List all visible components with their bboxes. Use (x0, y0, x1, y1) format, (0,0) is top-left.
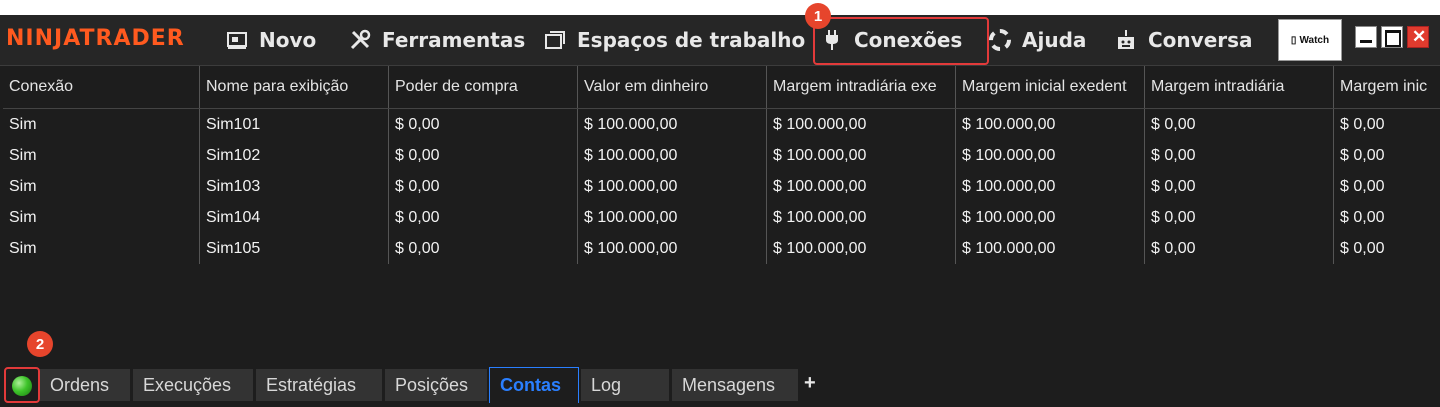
close-button[interactable]: ✕ (1407, 26, 1429, 48)
table-cell: $ 0,00 (389, 140, 578, 171)
table-row[interactable]: Sim Sim101 $ 0,00 $ 100.000,00 $ 100.000… (3, 109, 1440, 140)
table-cell: Sim104 (200, 202, 389, 233)
table-cell: $ 100.000,00 (956, 109, 1145, 140)
tab-log[interactable]: Log (581, 369, 669, 401)
column-header[interactable]: Margem inic (1334, 66, 1440, 108)
table-cell: $ 100.000,00 (767, 202, 956, 233)
table-cell: $ 0,00 (1145, 233, 1334, 264)
table-cell: Sim (3, 202, 200, 233)
annotation-badge-1: 1 (805, 3, 831, 29)
chat-icon (1114, 28, 1138, 52)
menu-espacos-de-trabalho[interactable]: Espaços de trabalho (543, 25, 805, 55)
annotation-badge-2: 2 (27, 331, 53, 357)
table-cell: $ 100.000,00 (767, 233, 956, 264)
watch-window-icon: ▯ (1290, 34, 1297, 46)
table-cell: $ 0,00 (1145, 202, 1334, 233)
column-header[interactable]: Nome para exibição (200, 66, 389, 108)
menu-ferramentas-label: Ferramentas (382, 28, 526, 52)
maximize-button[interactable] (1381, 26, 1403, 48)
accounts-grid: Conexão Nome para exibição Poder de comp… (3, 66, 1440, 378)
table-cell: $ 100.000,00 (956, 202, 1145, 233)
tab-posicoes[interactable]: Posições (385, 369, 487, 401)
column-header[interactable]: Margem intradiária exe (767, 66, 956, 108)
table-cell: Sim101 (200, 109, 389, 140)
close-icon: ✕ (1412, 27, 1427, 46)
table-cell: Sim (3, 171, 200, 202)
app-window: NINJATRADER Novo Ferramentas Espaços de … (0, 3, 1440, 407)
column-header[interactable]: Margem intradiária (1145, 66, 1334, 108)
table-cell: Sim103 (200, 171, 389, 202)
table-cell: Sim (3, 140, 200, 171)
grid-header: Conexão Nome para exibição Poder de comp… (3, 66, 1440, 109)
workspaces-icon (543, 28, 567, 52)
table-cell: $ 0,00 (1340, 115, 1385, 133)
table-cell: $ 100.000,00 (956, 171, 1145, 202)
menu-novo-label: Novo (259, 28, 317, 52)
table-cell: $ 100.000,00 (578, 202, 767, 233)
table-cell: $ 0,00 (389, 233, 578, 264)
table-cell: $ 100.000,00 (578, 140, 767, 171)
table-row[interactable]: Sim Sim105 $ 0,00 $ 100.000,00 $ 100.000… (3, 233, 1440, 264)
minimize-button[interactable] (1355, 26, 1377, 48)
table-cell: $ 0,00 (1145, 140, 1334, 171)
menu-ajuda[interactable]: Ajuda (988, 25, 1086, 55)
table-cell: Sim (3, 233, 200, 264)
highlight-status (4, 367, 40, 403)
column-header[interactable]: Poder de compra (389, 66, 578, 108)
bottom-tab-bar: 2 Ordens Execuções Estratégias Posições … (0, 331, 1440, 407)
maximize-icon (1385, 30, 1401, 47)
table-cell: $ 0,00 (389, 171, 578, 202)
menu-espacos-label: Espaços de trabalho (577, 28, 806, 52)
table-cell: $ 0,00 (389, 202, 578, 233)
table-row[interactable]: Sim Sim103 $ 0,00 $ 100.000,00 $ 100.000… (3, 171, 1440, 202)
table-cell: $ 100.000,00 (956, 140, 1145, 171)
table-cell: $ 0,00 (389, 109, 578, 140)
watch-label: Watch (1299, 34, 1330, 46)
column-header[interactable]: Conexão (3, 66, 200, 108)
menu-bar: NINJATRADER Novo Ferramentas Espaços de … (0, 15, 1440, 66)
watch-button[interactable]: ▯ Watch (1278, 19, 1342, 61)
highlight-conexoes (813, 17, 989, 65)
tab-contas[interactable]: Contas (489, 367, 579, 403)
column-header[interactable]: Valor em dinheiro (578, 66, 767, 108)
minimize-icon (1360, 40, 1372, 43)
brand-logo: NINJATRADER (6, 26, 185, 51)
table-cell: Sim105 (200, 233, 389, 264)
new-window-icon (225, 28, 249, 52)
table-cell: $ 0,00 (1340, 208, 1385, 226)
table-cell: $ 100.000,00 (956, 233, 1145, 264)
add-tab-button[interactable]: + (800, 367, 826, 399)
table-cell: Sim102 (200, 140, 389, 171)
tab-execucoes[interactable]: Execuções (133, 369, 253, 401)
table-cell: $ 100.000,00 (767, 171, 956, 202)
table-cell: $ 0,00 (1340, 146, 1385, 164)
menu-conversa[interactable]: Conversa (1114, 25, 1253, 55)
tab-estrategias[interactable]: Estratégias (256, 369, 382, 401)
menu-conversa-label: Conversa (1148, 28, 1253, 52)
table-row[interactable]: Sim Sim102 $ 0,00 $ 100.000,00 $ 100.000… (3, 140, 1440, 171)
tab-mensagens[interactable]: Mensagens (672, 369, 798, 401)
lifebuoy-icon (988, 28, 1012, 52)
menu-ferramentas[interactable]: Ferramentas (348, 25, 525, 55)
table-cell: $ 100.000,00 (767, 140, 956, 171)
column-header[interactable]: Margem inicial exedent (956, 66, 1145, 108)
table-cell: $ 0,00 (1145, 109, 1334, 140)
table-cell: Sim (3, 109, 200, 140)
tools-icon (348, 28, 372, 52)
table-cell: $ 0,00 (1340, 239, 1385, 257)
table-cell: $ 100.000,00 (578, 171, 767, 202)
table-cell: $ 100.000,00 (767, 109, 956, 140)
tab-ordens[interactable]: Ordens (40, 369, 130, 401)
table-cell: $ 0,00 (1145, 171, 1334, 202)
menu-ajuda-label: Ajuda (1022, 28, 1087, 52)
table-row[interactable]: Sim Sim104 $ 0,00 $ 100.000,00 $ 100.000… (3, 202, 1440, 233)
menu-novo[interactable]: Novo (225, 25, 316, 55)
table-cell: $ 0,00 (1340, 177, 1385, 195)
table-cell: $ 100.000,00 (578, 233, 767, 264)
table-cell: $ 100.000,00 (578, 109, 767, 140)
